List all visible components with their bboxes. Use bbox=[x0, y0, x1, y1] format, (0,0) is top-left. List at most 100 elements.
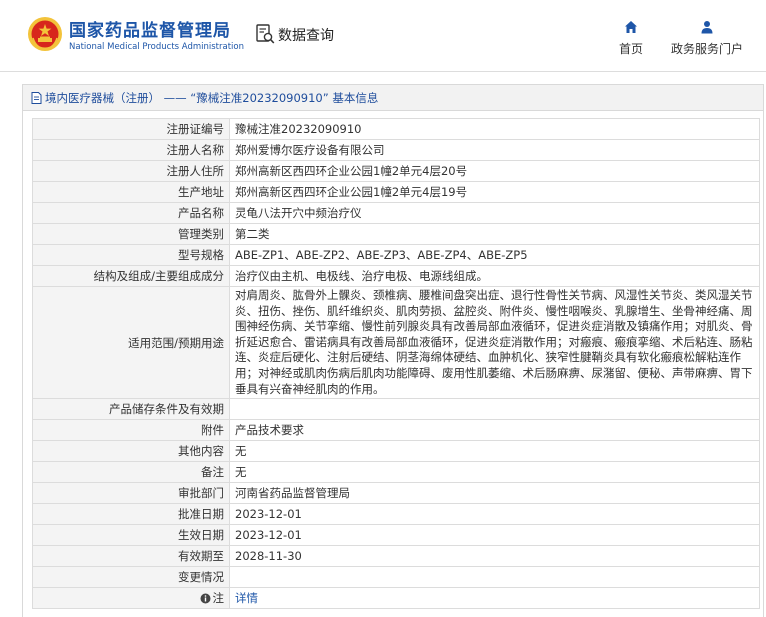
field-label-text: 批准日期 bbox=[178, 507, 224, 522]
field-label: 注册人名称 bbox=[32, 139, 230, 161]
detail-row: 结构及组成/主要组成成分 治疗仪由主机、电极线、治疗电极、电源线组成。 bbox=[32, 265, 760, 287]
detail-row: 适用范围/预期用途 对肩周炎、肱骨外上髁炎、颈椎病、腰椎间盘突出症、退行性骨性关节… bbox=[32, 285, 760, 400]
field-label: 型号规格 bbox=[32, 244, 230, 266]
field-value-text: 河南省药品监督管理局 bbox=[235, 486, 350, 501]
detail-table-body: 注册证编号 豫械注准20232090910 注册人名称 郑州爱博尔医疗设备有限公司 注册… bbox=[32, 118, 760, 610]
nav-home-label: 首页 bbox=[619, 42, 644, 56]
field-value-text: 产品技术要求 bbox=[235, 423, 304, 438]
nav-government-portal[interactable]: 政务服务门户 bbox=[671, 20, 743, 57]
site-header: 国家药品监督管理局 National Medical Products Admi… bbox=[0, 0, 766, 72]
nav-government-portal-label: 政务服务门户 bbox=[671, 42, 744, 56]
field-label: 注册人住所 bbox=[32, 160, 230, 182]
agency-name-en: National Medical Products Administration bbox=[69, 42, 244, 52]
field-label-text: 注册证编号 bbox=[166, 122, 225, 136]
field-value: 灵龟八法开穴中频治疗仪 bbox=[229, 202, 760, 224]
field-value: 2023-12-01 bbox=[229, 524, 760, 547]
field-label-text: 注册人住所 bbox=[166, 164, 225, 178]
header-divider bbox=[0, 71, 766, 72]
field-value: 郑州爱博尔医疗设备有限公司 bbox=[229, 139, 760, 161]
field-value-text: 灵龟八法开穴中频治疗仪 bbox=[235, 206, 362, 220]
field-value-text: 郑州爱博尔医疗设备有限公司 bbox=[235, 143, 385, 157]
field-value bbox=[229, 398, 760, 421]
field-label: 备注 bbox=[32, 461, 230, 484]
field-label-text: 有效期至 bbox=[178, 549, 224, 564]
field-label: 附件 bbox=[32, 419, 230, 442]
field-value: 郑州高新区西四环企业公园1幢2单元4层19号 bbox=[229, 181, 760, 203]
field-label: 适用范围/预期用途 bbox=[32, 285, 230, 400]
field-label-text: 产品名称 bbox=[178, 206, 224, 220]
field-label-text: 注 bbox=[212, 591, 225, 606]
field-label-text: 生效日期 bbox=[178, 528, 224, 543]
field-label-text: 变更情况 bbox=[178, 570, 224, 585]
field-label: 注册证编号 bbox=[32, 118, 230, 140]
field-label-text: 注册人名称 bbox=[166, 143, 225, 157]
field-value: 郑州高新区西四环企业公园1幢2单元4层20号 bbox=[229, 160, 760, 182]
field-value: ABE-ZP1、ABE-ZP2、ABE-ZP3、ABE-ZP4、ABE-ZP5 bbox=[229, 244, 760, 266]
field-value: 治疗仪由主机、电极线、治疗电极、电源线组成。 bbox=[229, 265, 760, 287]
field-value-text: 第二类 bbox=[235, 227, 270, 241]
field-label-text: 附件 bbox=[201, 423, 224, 438]
field-label: 结构及组成/主要组成成分 bbox=[32, 265, 230, 287]
field-label-text: 备注 bbox=[201, 465, 224, 480]
detail-row: 生产地址 郑州高新区西四环企业公园1幢2单元4层19号 bbox=[32, 181, 760, 203]
detail-row: 生效日期 2023-12-01 bbox=[32, 524, 760, 547]
field-label: 产品名称 bbox=[32, 202, 230, 224]
field-value-text: 2023-12-01 bbox=[235, 528, 302, 543]
breadcrumb: 境内医疗器械（注册） —— “豫械注准20232090910” 基本信息 bbox=[23, 85, 763, 111]
field-label-text: 型号规格 bbox=[178, 248, 224, 262]
field-label-text: 审批部门 bbox=[178, 486, 224, 501]
detail-row: 注详情 bbox=[32, 587, 760, 610]
info-icon bbox=[200, 593, 210, 604]
field-label-text: 生产地址 bbox=[178, 185, 224, 199]
field-label-text: 产品储存条件及有效期 bbox=[109, 402, 224, 417]
field-value-text: 郑州高新区西四环企业公园1幢2单元4层19号 bbox=[235, 185, 468, 199]
detail-row: 变更情况 bbox=[32, 566, 760, 589]
field-value-text: 郑州高新区西四环企业公园1幢2单元4层20号 bbox=[235, 164, 468, 178]
nav-home[interactable]: 首页 bbox=[619, 20, 643, 57]
field-label: 产品储存条件及有效期 bbox=[32, 398, 230, 421]
registration-detail-table: 注册证编号 豫械注准20232090910 注册人名称 郑州爱博尔医疗设备有限公司 注册… bbox=[32, 118, 760, 610]
document-icon bbox=[31, 91, 42, 104]
detail-row: 批准日期 2023-12-01 bbox=[32, 503, 760, 526]
details-link[interactable]: 详情 bbox=[235, 591, 258, 605]
detail-row: 产品名称 灵龟八法开穴中频治疗仪 bbox=[32, 202, 760, 224]
field-label: 变更情况 bbox=[32, 566, 230, 589]
field-label: 生产地址 bbox=[32, 181, 230, 203]
home-icon bbox=[625, 21, 637, 33]
detail-row: 管理类别 第二类 bbox=[32, 223, 760, 245]
data-query-label: 数据查询 bbox=[278, 27, 334, 44]
data-query-link[interactable]: 数据查询 bbox=[256, 24, 334, 45]
field-value-text: 无 bbox=[235, 465, 247, 480]
detail-row: 型号规格 ABE-ZP1、ABE-ZP2、ABE-ZP3、ABE-ZP4、ABE-… bbox=[32, 244, 760, 266]
search-document-icon bbox=[256, 24, 275, 44]
field-label: 审批部门 bbox=[32, 482, 230, 505]
field-value-text: 治疗仪由主机、电极线、治疗电极、电源线组成。 bbox=[235, 269, 488, 283]
field-value: 2028-11-30 bbox=[229, 545, 760, 568]
field-value-text: 2023-12-01 bbox=[235, 507, 302, 522]
detail-row: 审批部门 河南省药品监督管理局 bbox=[32, 482, 760, 505]
detail-row: 备注无 bbox=[32, 461, 760, 484]
field-value-text: 豫械注准20232090910 bbox=[235, 122, 362, 136]
field-value: 河南省药品监督管理局 bbox=[229, 482, 760, 505]
breadcrumb-text: 境内医疗器械（注册） —— “豫械注准20232090910” 基本信息 bbox=[45, 90, 379, 105]
detail-row: 注册人住所 郑州高新区西四环企业公园1幢2单元4层20号 bbox=[32, 160, 760, 182]
detail-row: 附件 产品技术要求 bbox=[32, 419, 760, 442]
field-value: 豫械注准20232090910 bbox=[229, 118, 760, 140]
field-label-text: 其他内容 bbox=[178, 444, 224, 459]
field-value bbox=[229, 566, 760, 589]
detail-row: 注册证编号 豫械注准20232090910 bbox=[32, 118, 760, 140]
field-label: 注 bbox=[32, 587, 230, 610]
field-label: 批准日期 bbox=[32, 503, 230, 526]
detail-row: 产品储存条件及有效期 bbox=[32, 398, 760, 421]
field-value: 第二类 bbox=[229, 223, 760, 245]
field-value: 产品技术要求 bbox=[229, 419, 760, 442]
field-value: 2023-12-01 bbox=[229, 503, 760, 526]
field-value: 对肩周炎、肱骨外上髁炎、颈椎病、腰椎间盘突出症、退行性骨性关节病、风湿性关节炎、… bbox=[229, 285, 760, 400]
field-label: 管理类别 bbox=[32, 223, 230, 245]
detail-row: 注册人名称 郑州爱博尔医疗设备有限公司 bbox=[32, 139, 760, 161]
field-value: 详情 bbox=[229, 587, 760, 610]
field-value-text: 对肩周炎、肱骨外上髁炎、颈椎病、腰椎间盘突出症、退行性骨性关节病、风湿性关节炎、… bbox=[235, 288, 753, 396]
field-value-text: 2028-11-30 bbox=[235, 549, 302, 564]
field-label-text: 管理类别 bbox=[178, 227, 224, 241]
national-emblem-logo bbox=[28, 17, 62, 51]
